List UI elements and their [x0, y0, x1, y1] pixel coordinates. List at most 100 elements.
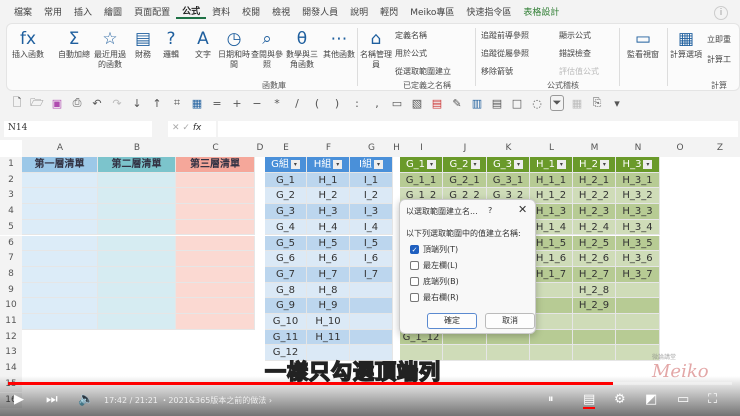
- play-icon[interactable]: ▶: [14, 392, 24, 407]
- cell[interactable]: I_7: [350, 266, 393, 283]
- cell[interactable]: H_3_6: [616, 251, 660, 267]
- row-header-2[interactable]: 2: [0, 172, 22, 189]
- cell[interactable]: G_5: [265, 235, 307, 252]
- function-button-3[interactable]: ▤ 財務: [129, 28, 157, 60]
- cell[interactable]: [98, 219, 176, 236]
- tab-9[interactable]: 開發人員: [296, 5, 344, 18]
- cell[interactable]: [22, 235, 98, 252]
- tab-4[interactable]: 頁面配置: [128, 5, 176, 18]
- divide-icon[interactable]: /: [290, 97, 304, 110]
- delete-col-icon[interactable]: ▥: [470, 97, 484, 110]
- cell[interactable]: G_4: [265, 219, 307, 236]
- cell[interactable]: H_3: [307, 204, 350, 220]
- cell[interactable]: G組 ▾: [265, 157, 307, 173]
- progress-bar[interactable]: [8, 382, 732, 385]
- cell[interactable]: [573, 345, 616, 362]
- trace-dependents-button[interactable]: 追蹤從屬參照: [481, 48, 529, 59]
- function-button-7[interactable]: ⌕ 查閱與參照: [251, 28, 283, 70]
- create-from-selection-button[interactable]: 從選取範圍建立: [395, 66, 451, 77]
- filter-dropdown-icon[interactable]: ▾: [333, 159, 343, 169]
- filter-dropdown-icon[interactable]: ▾: [599, 159, 609, 169]
- tab-0[interactable]: 檔案: [8, 5, 38, 18]
- fullscreen-icon[interactable]: ⛶: [708, 392, 717, 407]
- cell[interactable]: [487, 345, 530, 362]
- table-icon[interactable]: ▤: [490, 97, 504, 110]
- remove-arrows-button[interactable]: 移除箭號: [481, 66, 513, 77]
- cell[interactable]: G_2: [265, 188, 307, 205]
- cell[interactable]: [176, 204, 255, 220]
- row-header-1[interactable]: 1: [0, 157, 22, 173]
- row-header-3[interactable]: 3: [0, 188, 22, 205]
- cell[interactable]: H組 ▾: [307, 157, 350, 173]
- cell[interactable]: [22, 188, 98, 205]
- open-icon[interactable]: 🗁: [30, 94, 44, 113]
- comma-icon[interactable]: ,: [370, 97, 384, 110]
- cell[interactable]: [98, 204, 176, 220]
- cell[interactable]: [530, 298, 573, 314]
- cell[interactable]: [573, 329, 616, 346]
- cell[interactable]: [176, 188, 255, 205]
- cell[interactable]: G_11: [265, 329, 307, 346]
- error-checking-button[interactable]: 錯誤檢查: [559, 48, 591, 59]
- cell[interactable]: H_6: [307, 251, 350, 267]
- cell[interactable]: H_3 ▾: [616, 157, 660, 173]
- column-header-K[interactable]: K: [487, 140, 530, 157]
- cell[interactable]: [98, 188, 176, 205]
- row-header-6[interactable]: 6: [0, 235, 22, 252]
- tab-2[interactable]: 插入: [68, 5, 98, 18]
- cell[interactable]: H_7: [307, 266, 350, 283]
- define-name-button[interactable]: 定義名稱: [395, 30, 427, 41]
- equals-icon[interactable]: =: [210, 97, 224, 110]
- tab-7[interactable]: 校閱: [236, 5, 266, 18]
- cell[interactable]: [22, 219, 98, 236]
- cell[interactable]: 第三層清單: [176, 157, 255, 173]
- tab-12[interactable]: Meiko專區: [404, 5, 460, 18]
- minus-icon[interactable]: −: [250, 97, 264, 110]
- cell[interactable]: H_1_7: [530, 266, 573, 283]
- cell[interactable]: H_5: [307, 235, 350, 252]
- cell[interactable]: H_2_5: [573, 235, 616, 252]
- cell[interactable]: G_3_1: [487, 172, 530, 189]
- box-icon[interactable]: □: [510, 97, 524, 110]
- cell[interactable]: [616, 314, 660, 330]
- cell[interactable]: [616, 298, 660, 314]
- fx-icon[interactable]: fx: [193, 123, 202, 133]
- cell[interactable]: H_1_2: [530, 188, 573, 205]
- cell[interactable]: I_5: [350, 235, 393, 252]
- cell[interactable]: G_9: [265, 298, 307, 314]
- cell[interactable]: [98, 282, 176, 299]
- piggy-icon[interactable]: ◌: [530, 97, 544, 110]
- cell[interactable]: G_6: [265, 251, 307, 267]
- undo-icon[interactable]: ↶: [90, 97, 104, 110]
- colon-icon[interactable]: :: [350, 97, 364, 110]
- checkbox-option-2[interactable]: 底端列(B): [410, 276, 459, 287]
- checkbox-option-3[interactable]: 最右欄(R): [410, 292, 459, 303]
- name-manager-button[interactable]: ⌂ 名稱管理員: [359, 28, 393, 70]
- function-button-0[interactable]: fx 插入函數: [11, 28, 45, 60]
- use-in-formula-button[interactable]: 用於公式: [395, 48, 427, 59]
- ok-button[interactable]: 確定: [427, 313, 477, 329]
- cell[interactable]: [176, 219, 255, 236]
- cell[interactable]: [176, 298, 255, 314]
- evaluate-formula-button[interactable]: 評估值公式: [559, 66, 599, 77]
- subtitles-icon[interactable]: ▤: [583, 392, 596, 409]
- cell[interactable]: [350, 314, 393, 330]
- volume-icon[interactable]: 🔈: [78, 392, 94, 407]
- cell[interactable]: [176, 282, 255, 299]
- cell[interactable]: 第一層清單: [22, 157, 98, 173]
- calc-sheet-button[interactable]: 計算工: [707, 54, 731, 65]
- chapter-link[interactable]: ・2021&365版本之前的做法 ›: [160, 396, 272, 405]
- show-formulas-button[interactable]: 顯示公式: [559, 30, 591, 41]
- cell[interactable]: H_1_5: [530, 235, 573, 252]
- cell[interactable]: H_1 ▾: [530, 157, 573, 173]
- new-icon[interactable]: 🗋: [10, 94, 24, 113]
- tab-6[interactable]: 資料: [206, 5, 236, 18]
- cell[interactable]: [98, 235, 176, 252]
- column-header-F[interactable]: F: [307, 140, 350, 157]
- cell[interactable]: [530, 282, 573, 299]
- redo-icon[interactable]: ↷: [110, 97, 124, 110]
- cell[interactable]: I_3: [350, 204, 393, 220]
- cell[interactable]: [530, 345, 573, 362]
- tab-11[interactable]: 輕閃: [374, 5, 404, 18]
- checkbox-option-0[interactable]: ✓ 頂端列(T): [410, 244, 458, 255]
